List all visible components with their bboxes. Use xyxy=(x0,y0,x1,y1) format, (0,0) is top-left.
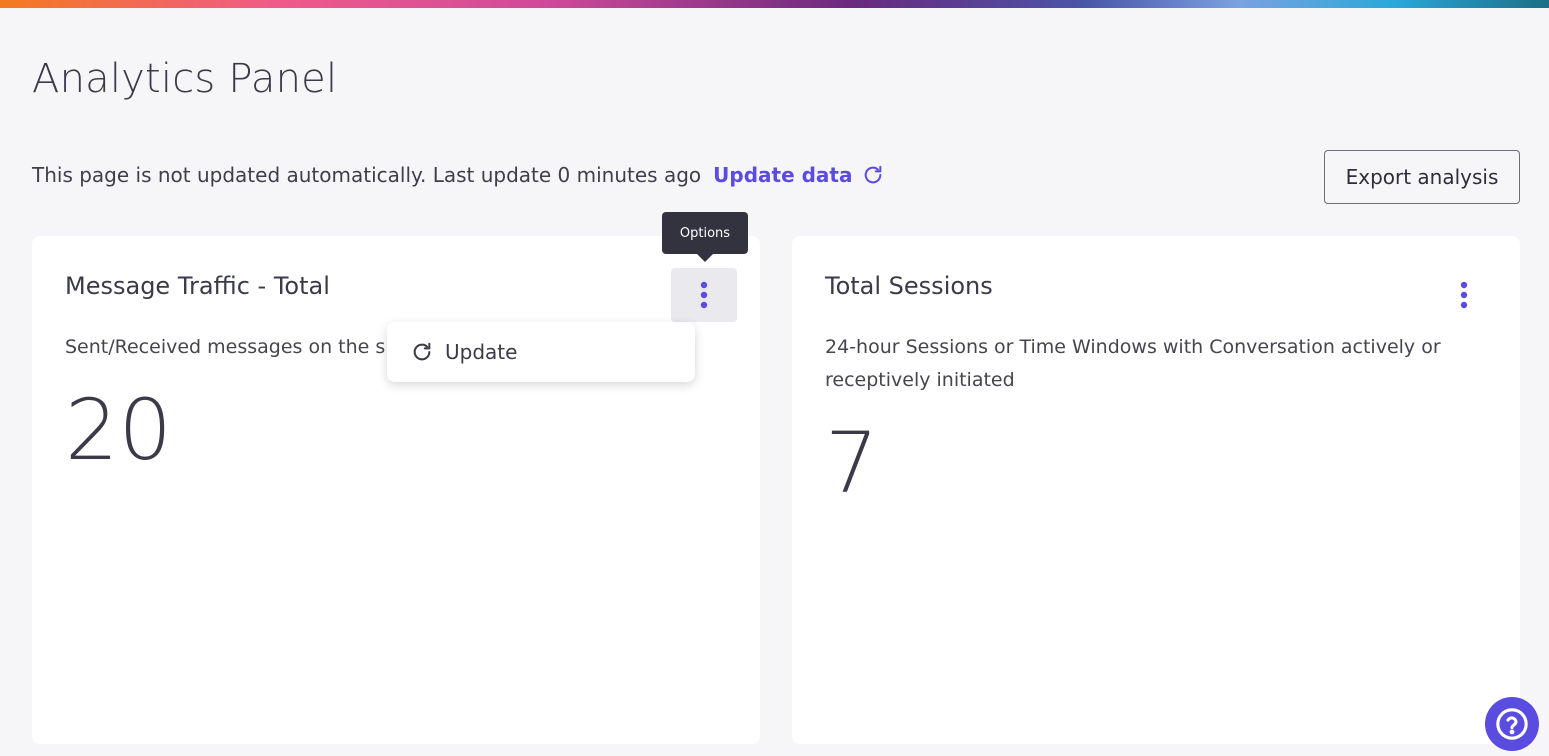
menu-item-label: Update xyxy=(445,340,518,364)
options-button[interactable] xyxy=(1431,268,1497,322)
export-analysis-button[interactable]: Export analysis xyxy=(1324,150,1520,204)
card-value: 7 xyxy=(825,414,879,512)
menu-item-update[interactable]: Update xyxy=(387,322,695,382)
refresh-icon xyxy=(413,342,431,361)
page-title: Analytics Panel xyxy=(32,56,338,102)
card-description: 24-hour Sessions or Time Windows with Co… xyxy=(825,336,1441,391)
card-title: Message Traffic - Total xyxy=(65,272,330,300)
total-sessions-card: Total Sessions 24-hour Sessions or Time … xyxy=(792,236,1520,744)
options-dropdown-menu: Update xyxy=(387,322,695,382)
card-value: 20 xyxy=(65,381,172,479)
help-button[interactable] xyxy=(1485,697,1539,751)
kebab-vertical-icon xyxy=(700,281,708,309)
options-button[interactable] xyxy=(671,268,737,322)
card-title: Total Sessions xyxy=(825,272,993,300)
message-traffic-card: Message Traffic - Total Sent/Received me… xyxy=(32,236,760,744)
top-gradient-bar xyxy=(0,0,1549,8)
kebab-vertical-icon xyxy=(1460,281,1468,309)
update-status-text: This page is not updated automatically. … xyxy=(32,163,702,187)
options-tooltip: Options xyxy=(662,212,748,262)
update-data-link[interactable]: Update data xyxy=(713,163,884,187)
refresh-icon xyxy=(865,165,882,184)
update-data-label: Update data xyxy=(713,163,853,187)
card-description: Sent/Received messages on the s xyxy=(65,336,386,358)
update-status: This page is not updated automatically. … xyxy=(32,163,884,187)
question-circle-icon xyxy=(1496,708,1528,740)
